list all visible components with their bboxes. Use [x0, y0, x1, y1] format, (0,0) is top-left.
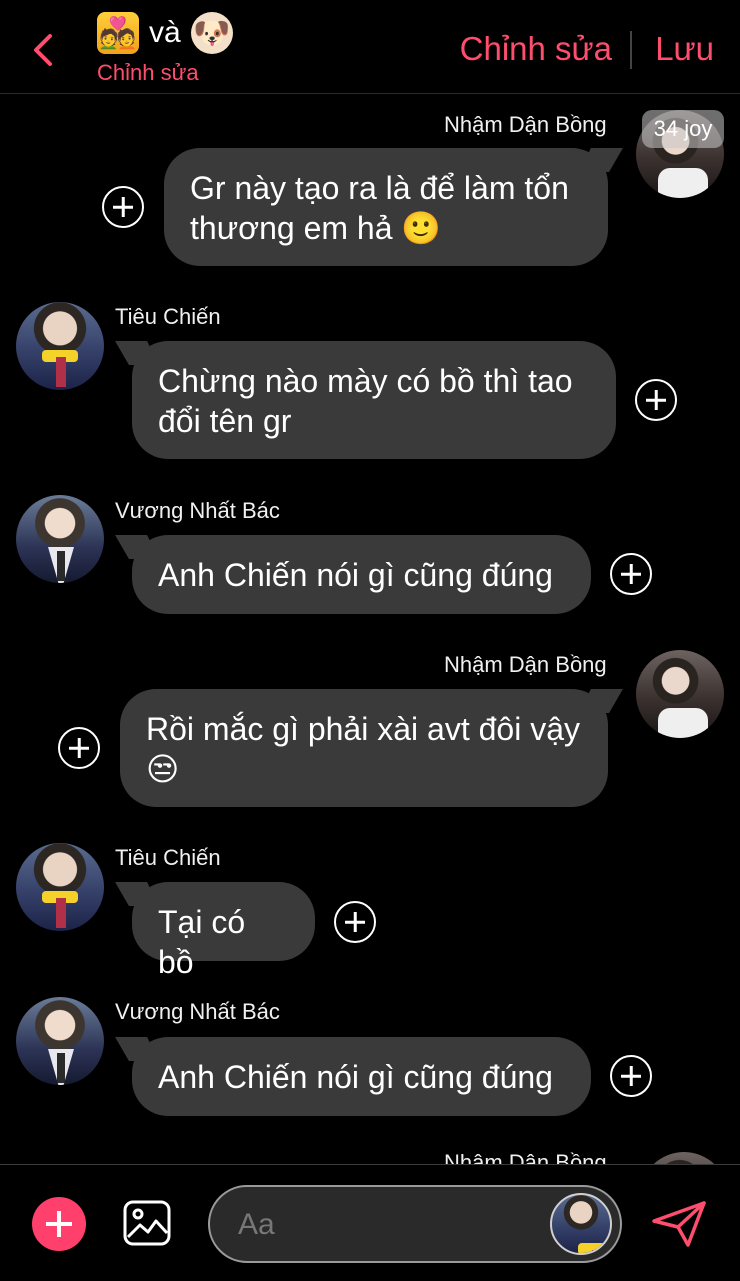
add-reaction-button[interactable]: [58, 727, 100, 769]
avatar-tieu-chien[interactable]: [16, 302, 104, 390]
chat-title[interactable]: 💑 và 🐶: [97, 10, 233, 56]
sender-name: Vương Nhất Bác: [115, 999, 280, 1024]
header-divider: [630, 31, 632, 69]
add-reaction-button[interactable]: [102, 186, 144, 228]
chevron-left-icon: [34, 34, 52, 66]
back-button[interactable]: [26, 28, 62, 72]
send-icon: [652, 1201, 706, 1247]
add-reaction-button[interactable]: [610, 553, 652, 595]
message-bubble[interactable]: Tại có bồ: [132, 882, 315, 980]
sender-name: Tiêu Chiến: [115, 845, 221, 870]
avatar-vuong-nhat-bac[interactable]: [16, 495, 104, 583]
send-button[interactable]: [650, 1199, 708, 1249]
message-bubble[interactable]: Anh Chiến nói gì cũng đúng: [132, 535, 591, 614]
message-line: đổi tên gr: [158, 403, 292, 439]
save-button[interactable]: Lưu: [655, 30, 714, 68]
gallery-button[interactable]: [122, 1199, 172, 1247]
title-connector: và: [149, 16, 181, 49]
sender-name: Vương Nhất Bác: [115, 498, 280, 523]
chat-screen: 💑 và 🐶 Chỉnh sửa Chỉnh sửa Lưu Nhậm Dận …: [0, 0, 740, 1281]
subtitle-edit-link[interactable]: Chỉnh sửa: [97, 60, 199, 86]
message-line: 😒: [146, 751, 180, 787]
message-line: Gr này tạo ra là để làm tổn: [190, 170, 569, 206]
composer-bar: [0, 1164, 740, 1281]
message-line: Rồi mắc gì phải xài avt đôi vậy: [146, 711, 580, 747]
avatar-nham-dan-bong[interactable]: [636, 650, 724, 738]
message-line: thương em hả 🙂: [190, 210, 442, 246]
edit-button[interactable]: Chỉnh sửa: [460, 30, 612, 68]
message-input[interactable]: [238, 1203, 538, 1247]
add-reaction-button[interactable]: [334, 901, 376, 943]
message-line: Anh Chiến nói gì cũng đúng: [158, 557, 553, 593]
message-bubble[interactable]: Gr này tạo ra là để làm tổn thương em hả…: [164, 148, 608, 266]
sender-name: Nhậm Dận Bồng: [444, 112, 607, 137]
sender-name: Tiêu Chiến: [115, 304, 221, 329]
header: 💑 và 🐶 Chỉnh sửa Chỉnh sửa Lưu: [0, 0, 740, 94]
message-input-container[interactable]: [208, 1185, 622, 1263]
sender-name: Nhậm Dận Bồng: [444, 652, 607, 677]
message-bubble[interactable]: Chừng nào mày có bồ thì tao đổi tên gr: [132, 341, 616, 459]
message-bubble[interactable]: Rồi mắc gì phải xài avt đôi vậy 😒: [120, 689, 608, 807]
message-line: Tại có bồ: [158, 904, 246, 980]
dog-emoji-icon: 🐶: [190, 12, 233, 54]
message-bubble[interactable]: Anh Chiến nói gì cũng đúng: [132, 1037, 591, 1116]
couple-emoji-icon: 💑: [97, 12, 139, 54]
add-reaction-button[interactable]: [635, 379, 677, 421]
add-reaction-button[interactable]: [610, 1055, 652, 1097]
avatar-vuong-nhat-bac[interactable]: [16, 997, 104, 1085]
add-attachment-button[interactable]: [32, 1197, 86, 1251]
sender-avatar-selector[interactable]: [550, 1193, 612, 1255]
message-line: Chừng nào mày có bồ thì tao: [158, 363, 573, 399]
gallery-icon: [123, 1200, 171, 1246]
watermark: 34 joy: [642, 110, 724, 148]
avatar-tieu-chien[interactable]: [16, 843, 104, 931]
message-line: Anh Chiến nói gì cũng đúng: [158, 1059, 553, 1095]
